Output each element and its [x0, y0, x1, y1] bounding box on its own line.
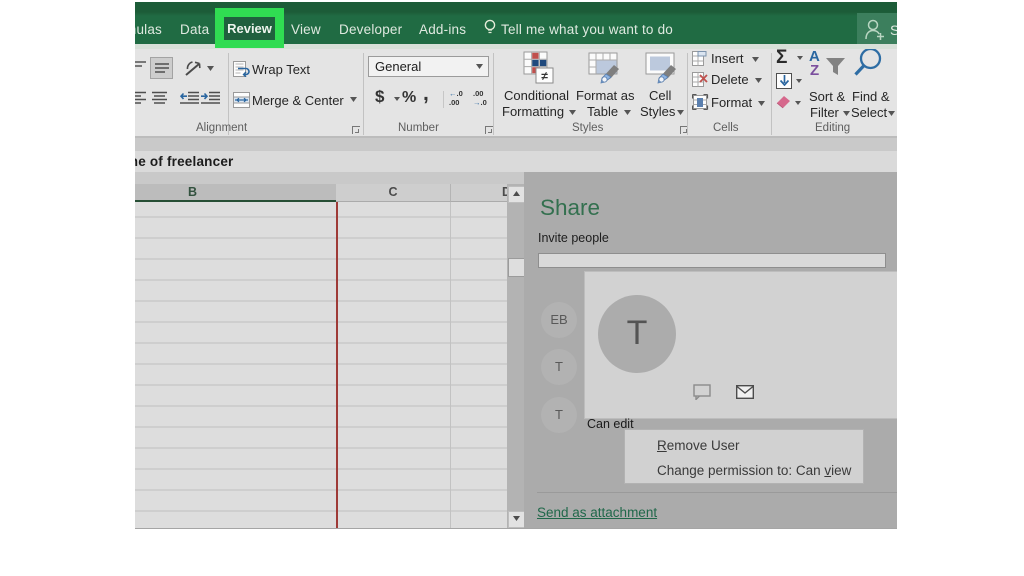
svg-text:≠: ≠	[541, 69, 548, 83]
